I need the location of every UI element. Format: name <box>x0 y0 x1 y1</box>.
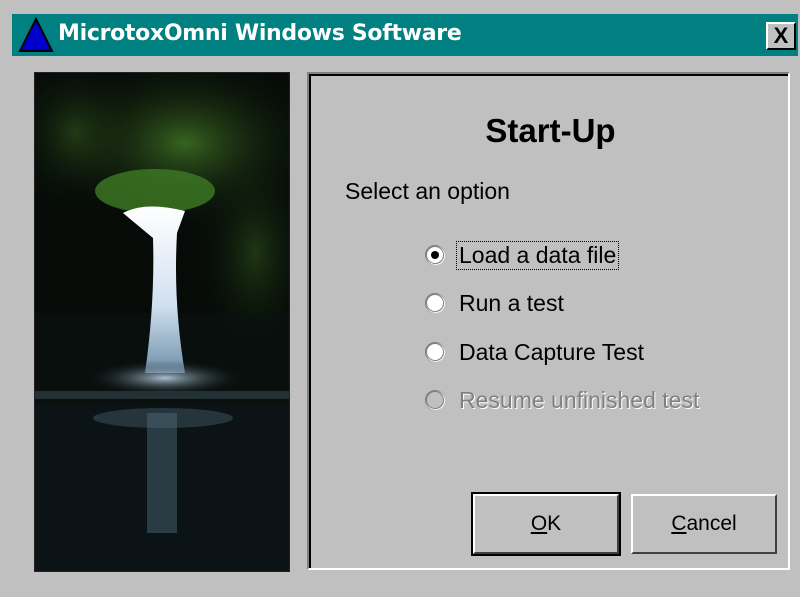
startup-window: MicrotoxOmni Windows Software X Start-Up… <box>0 0 800 597</box>
radio-load-data-file[interactable] <box>425 245 445 265</box>
option-run-test[interactable]: Run a test <box>425 286 566 320</box>
cancel-button-label: Cancel <box>671 512 737 535</box>
option-load-data-file[interactable]: Load a data file <box>425 238 620 272</box>
radio-run-test[interactable] <box>425 293 445 313</box>
ok-button[interactable]: OK <box>471 492 621 556</box>
option-data-capture-test[interactable]: Data Capture Test <box>425 335 646 369</box>
blue-triangle-icon <box>18 16 54 52</box>
close-button[interactable]: X <box>766 22 796 50</box>
page-title: Start-Up <box>485 112 616 149</box>
close-icon: X <box>773 23 789 48</box>
option-label: Data Capture Test <box>459 338 644 365</box>
prompt-label: Select an option <box>345 178 510 204</box>
radio-data-capture-test[interactable] <box>425 342 445 362</box>
window-title: MicrotoxOmni Windows Software <box>58 21 462 46</box>
ok-button-label: OK <box>530 512 562 535</box>
title-bar[interactable]: MicrotoxOmni Windows Software X <box>12 14 798 56</box>
option-label: Run a test <box>459 289 564 316</box>
waterfall-photo <box>34 72 290 572</box>
option-resume-unfinished-test: Resume unfinished test <box>425 383 701 417</box>
option-label: Load a data file <box>455 240 620 270</box>
cancel-button[interactable]: Cancel <box>631 494 777 554</box>
option-label: Resume unfinished test <box>459 386 700 413</box>
radio-resume-unfinished-test <box>425 390 445 410</box>
options-panel: Start-Up Select an option Load a data fi… <box>307 72 790 570</box>
